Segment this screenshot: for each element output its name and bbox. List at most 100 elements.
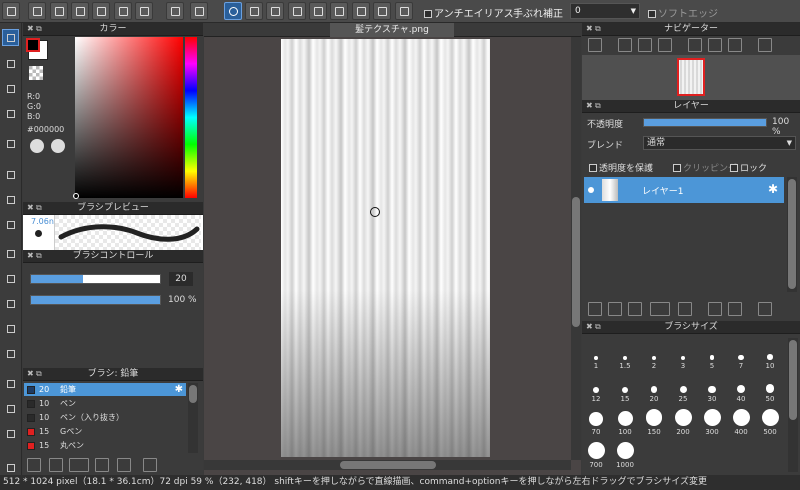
rotate-right-icon[interactable]: [728, 38, 742, 52]
settings-snap-icon[interactable]: [395, 2, 413, 20]
duplicate-brush-icon[interactable]: [117, 458, 131, 472]
new-raster-layer-icon[interactable]: [608, 302, 622, 316]
brush-size-preset[interactable]: 30: [701, 371, 723, 403]
transparent-color-swatch[interactable]: [29, 66, 43, 80]
detach-icon[interactable]: ⧉: [36, 202, 42, 214]
add-layer-menu-icon[interactable]: [650, 302, 670, 316]
palette-icon[interactable]: [30, 139, 44, 153]
snap-icon[interactable]: [135, 2, 153, 20]
brush-size-preset[interactable]: 12: [585, 371, 607, 403]
close-icon[interactable]: ✖: [27, 250, 34, 262]
brush-size-preset[interactable]: 200: [672, 404, 694, 436]
canvas-vertical-scrollbar[interactable]: [571, 37, 581, 460]
trash-icon[interactable]: [758, 302, 772, 316]
navigator-preview[interactable]: [582, 55, 800, 100]
layer-row[interactable]: レイヤー1 ✱: [584, 177, 784, 203]
detach-icon[interactable]: ⧉: [36, 250, 42, 262]
foreground-color-swatch[interactable]: [26, 38, 40, 52]
hair-texture-image[interactable]: [281, 39, 490, 457]
brush-size-preset[interactable]: 1: [585, 338, 607, 370]
detach-icon[interactable]: ⧉: [36, 368, 42, 380]
bucket-tool-icon[interactable]: [2, 191, 19, 208]
zoom-in-alt-icon[interactable]: [618, 38, 632, 52]
layer-opacity-slider[interactable]: [643, 118, 767, 127]
select-rect-tool-icon[interactable]: [2, 245, 19, 262]
brush-list-item[interactable]: 20 鉛筆 ✱: [24, 383, 186, 396]
eyedropper-tool-icon[interactable]: [2, 425, 19, 442]
blend-mode-select[interactable]: 通常 ▼: [643, 136, 796, 150]
gear-icon[interactable]: ✱: [175, 383, 183, 396]
brush-list-item[interactable]: 10 ペン: [24, 397, 186, 410]
brush-size-preset[interactable]: 15: [614, 371, 636, 403]
magic-wand-tool-icon[interactable]: [2, 295, 19, 312]
folder-icon[interactable]: [95, 458, 109, 472]
detach-icon[interactable]: ⧉: [36, 23, 42, 35]
grid-icon[interactable]: [114, 2, 132, 20]
close-icon[interactable]: ✖: [27, 23, 34, 35]
duplicate-layer-icon[interactable]: [708, 302, 722, 316]
radial-snap-icon[interactable]: [309, 2, 327, 20]
brush-size-preset[interactable]: 40: [730, 371, 752, 403]
zoom-in-icon[interactable]: [588, 38, 602, 52]
layer-view-icon[interactable]: [71, 2, 89, 20]
color-picker-handle[interactable]: [73, 193, 79, 199]
add-brush-menu-icon[interactable]: [69, 458, 89, 472]
detach-icon[interactable]: ⧉: [595, 321, 601, 333]
brush-size-preset[interactable]: 2: [643, 338, 665, 370]
color-saturation-square[interactable]: [75, 37, 183, 198]
brush-size-slider[interactable]: [30, 274, 161, 284]
merge-layer-icon[interactable]: [728, 302, 742, 316]
brush-size-preset[interactable]: 500: [759, 404, 781, 436]
redo-icon[interactable]: [190, 2, 208, 20]
document-tab[interactable]: 髪テクスチャ.png: [330, 23, 454, 37]
cloud-icon[interactable]: [2, 2, 20, 20]
new-layer-icon[interactable]: [588, 302, 602, 316]
undo-icon[interactable]: [166, 2, 184, 20]
rotate-snap-icon[interactable]: [373, 2, 391, 20]
select-eraser-tool-icon[interactable]: [2, 345, 19, 362]
brush-size-preset[interactable]: 70: [585, 404, 607, 436]
text-tool-icon[interactable]: [2, 375, 19, 392]
move-tool-icon[interactable]: [2, 135, 19, 152]
brush-size-preset[interactable]: 3: [672, 338, 694, 370]
flip-icon[interactable]: [758, 38, 772, 52]
canvas-horizontal-scrollbar[interactable]: [204, 460, 571, 470]
close-icon[interactable]: ✖: [586, 321, 593, 333]
reset-rotation-icon[interactable]: [708, 38, 722, 52]
collapse-tool-icon[interactable]: [2, 459, 19, 476]
brush-size-preset[interactable]: 300: [701, 404, 723, 436]
brush-size-preset[interactable]: 5: [701, 338, 723, 370]
brush-opacity-slider[interactable]: [30, 295, 161, 305]
close-icon[interactable]: ✖: [27, 368, 34, 380]
brush-size-preset[interactable]: 20: [643, 371, 665, 403]
gear-icon[interactable]: ✱: [768, 182, 778, 196]
brush-list-scrollbar[interactable]: [188, 383, 198, 453]
scroll-thumb[interactable]: [788, 179, 796, 289]
circle-snap-icon[interactable]: [330, 2, 348, 20]
navigator-viewport[interactable]: [677, 58, 705, 96]
brush-list-item[interactable]: 10 ペン（入り抜き）: [24, 411, 186, 424]
brush-size-preset[interactable]: 7: [730, 338, 752, 370]
close-icon[interactable]: ✖: [586, 23, 593, 35]
brush-size-preset[interactable]: 10: [759, 338, 781, 370]
scroll-thumb[interactable]: [189, 385, 197, 403]
clipping-toggle[interactable]: クリッピング: [673, 161, 737, 174]
hue-slider[interactable]: [185, 37, 197, 198]
brush-size-value[interactable]: 20: [169, 272, 193, 286]
stabilizer-select[interactable]: 0 ▼: [570, 3, 640, 19]
canvas-area[interactable]: 髪テクスチャ.png: [204, 23, 581, 475]
folder-icon[interactable]: [678, 302, 692, 316]
comment-icon[interactable]: [50, 2, 68, 20]
rotate-left-icon[interactable]: [688, 38, 702, 52]
brush-size-scrollbar[interactable]: [788, 338, 798, 472]
brush-size-preset[interactable]: 50: [759, 371, 781, 403]
rectangle-tool-icon[interactable]: [2, 166, 19, 183]
eraser-tool-icon[interactable]: [2, 55, 19, 72]
scroll-thumb[interactable]: [340, 461, 436, 469]
lock-toggle[interactable]: ロック: [730, 161, 767, 174]
close-icon[interactable]: ✖: [586, 100, 593, 112]
eye-icon[interactable]: [588, 187, 594, 193]
trash-icon[interactable]: [143, 458, 157, 472]
brush-size-preset[interactable]: 100: [614, 404, 636, 436]
select-lasso-tool-icon[interactable]: [2, 270, 19, 287]
